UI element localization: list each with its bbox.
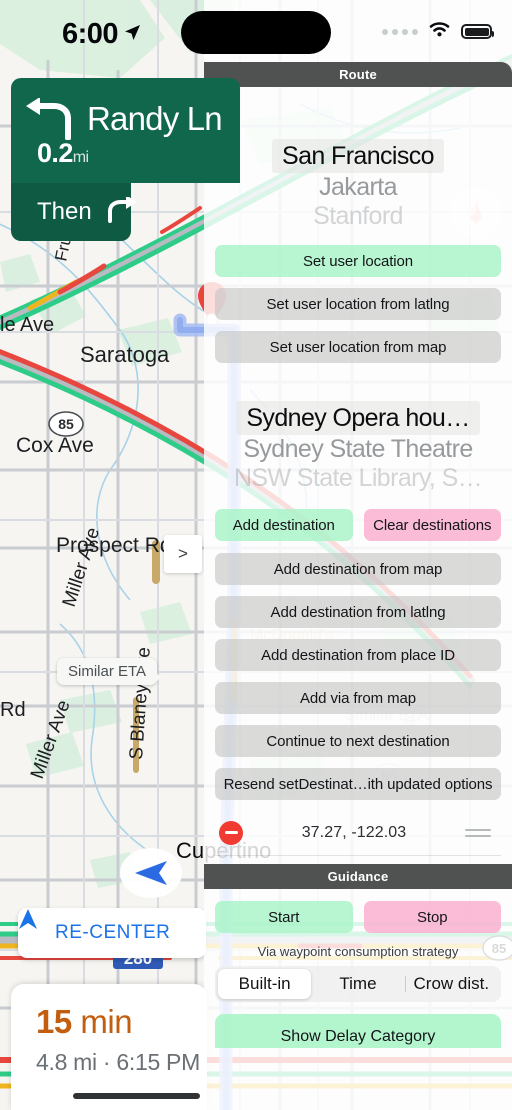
waypoint-row[interactable]: 37.27, -122.03 [215,810,501,856]
eta-detail: 4.8 mi · 6:15 PM [36,1049,200,1075]
turn-left-arrow-icon [11,92,87,140]
status-bar-time: 6:00 [62,18,119,50]
strategy-built-in-label: Built-in [238,974,291,993]
resend-set-destination-label: Resend setDestinat…ith updated options [223,775,493,793]
strategy-segmented-control: Built-in Time Crow dist. [215,966,501,1002]
origin-suggestion-2[interactable]: Stanford [215,202,501,231]
add-destination-button[interactable]: Add destination [215,509,353,541]
chevron-right-icon: > [178,544,188,563]
eta-duration-unit: min [80,1003,133,1040]
add-destination-label: Add destination [232,516,335,534]
similar-eta-label: Similar ETA [68,663,147,680]
set-user-location-map-button[interactable]: Set user location from map [215,331,501,363]
destination-button-group: Add destination from map Add destination… [215,553,501,800]
start-guidance-button[interactable]: Start [215,901,353,933]
guidance-section-header: Guidance [204,864,512,889]
wifi-icon [429,21,450,42]
origin-input[interactable]: San Francisco [272,139,444,173]
add-via-from-map-label: Add via from map [300,689,416,707]
strategy-option-crow-dist[interactable]: Crow dist. [404,969,498,999]
origin-suggestion-1[interactable]: Jakarta [215,173,501,202]
waypoint-coordinates: 37.27, -122.03 [301,823,407,841]
svg-text:Saratoga: Saratoga [80,342,170,367]
debug-control-panel: Route San Francisco Jakarta Stanford Set… [204,0,512,1110]
continue-to-next-destination-button[interactable]: Continue to next destination [215,725,501,757]
strategy-option-built-in[interactable]: Built-in [218,969,312,999]
navigation-distance-value: 0.2 [37,138,73,168]
battery-full-icon [461,24,494,39]
similar-eta-callout[interactable]: Similar ETA [57,658,163,685]
svg-text:Cox Ave: Cox Ave [16,434,94,457]
location-arrow-icon [124,16,141,49]
add-destination-from-latlng-button[interactable]: Add destination from latlng [215,596,501,628]
svg-text:le Ave: le Ave [0,314,54,336]
add-destination-from-place-id-label: Add destination from place ID [261,646,455,664]
svg-text:85: 85 [58,416,74,432]
start-guidance-label: Start [268,908,300,926]
show-delay-category-label: Show Delay Category [280,1028,436,1045]
status-bar-time-group: 6:00 [62,16,141,53]
route-header-label: Route [339,67,377,82]
turn-right-arrow-icon [106,194,138,228]
recenter-button[interactable]: RE-CENTER [18,908,206,958]
navigation-then-row: Then [11,183,137,241]
add-destination-from-latlng-label: Add destination from latlng [270,603,446,621]
eta-card[interactable]: 15 min 4.8 mi · 6:15 PM [11,984,207,1110]
destination-suggestion-1[interactable]: Sydney State Theatre [215,435,501,464]
location-button-group: Set user location Set user location from… [215,245,501,363]
route-chevron-button[interactable]: > [164,535,202,573]
destination-action-row: Add destination Clear destinations [215,509,501,541]
strategy-time-label: Time [339,974,377,993]
destination-input[interactable]: Sydney Opera hou… [236,401,480,435]
strategy-option-time[interactable]: Time [311,969,404,999]
origin-value: San Francisco [282,141,435,170]
continue-to-next-destination-label: Continue to next destination [266,732,450,750]
navigation-distance-unit: mi [72,149,89,166]
add-destination-from-map-button[interactable]: Add destination from map [215,553,501,585]
status-bar: 6:00 [0,0,512,62]
svg-text:Rd: Rd [0,699,26,721]
destination-value: Sydney Opera hou… [246,403,470,432]
stop-guidance-button[interactable]: Stop [363,901,501,933]
set-user-location-button[interactable]: Set user location [215,245,501,277]
dynamic-island [181,11,331,54]
svg-text:Prospect Rd: Prospect Rd [56,534,172,557]
drag-handle-icon[interactable] [465,828,497,837]
clear-destinations-label: Clear destinations [373,516,492,534]
add-destination-from-map-label: Add destination from map [273,560,443,578]
clear-destinations-button[interactable]: Clear destinations [363,509,501,541]
navigation-banner-main: Randy Ln 0.2mi [11,78,240,183]
signal-dots-icon [382,28,418,35]
route-section-header: Route [204,62,512,87]
navigation-distance: 0.2mi [37,138,89,169]
phone-screen: 85 85 85 280 le Ave Saratoga Cox Ave Pro… [0,0,512,1110]
set-user-location-latlng-button[interactable]: Set user location from latlng [215,288,501,320]
recenter-label: RE-CENTER [55,922,171,943]
navigation-street-name: Randy Ln [87,100,223,137]
status-bar-indicators [382,21,494,42]
guidance-header-label: Guidance [327,869,389,884]
eta-duration: 15 min [36,1003,207,1041]
navigation-then-label: Then [37,198,92,225]
navigation-banner[interactable]: Randy Ln 0.2mi Then [11,78,240,241]
stop-guidance-label: Stop [417,908,448,926]
set-user-location-label: Set user location [302,252,414,270]
eta-duration-value: 15 [36,1003,72,1040]
minus-circle-icon[interactable] [219,820,243,845]
home-indicator [73,1093,200,1099]
show-delay-category-button[interactable]: Show Delay Category [215,1014,501,1048]
add-destination-from-place-id-button[interactable]: Add destination from place ID [215,639,501,671]
resend-set-destination-button[interactable]: Resend setDestinat…ith updated options [215,768,501,800]
add-via-from-map-button[interactable]: Add via from map [215,682,501,714]
strategy-caption: Via waypoint consumption strategy [257,944,459,959]
guidance-action-row: Start Stop [215,901,501,933]
set-user-location-map-label: Set user location from map [269,338,447,356]
strategy-crow-dist-label: Crow dist. [413,974,490,993]
destination-suggestion-2[interactable]: NSW State Library, S… [215,464,501,493]
set-user-location-latlng-label: Set user location from latlng [266,295,450,313]
